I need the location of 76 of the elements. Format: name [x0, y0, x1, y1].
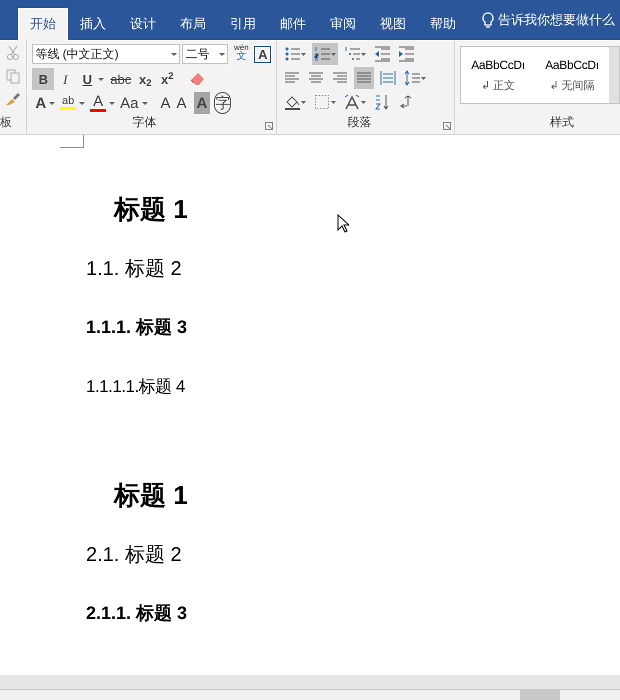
caret-icon[interactable]	[331, 100, 336, 104]
superscript-button[interactable]: x$^{2}$	[156, 68, 178, 90]
shrink-font-button[interactable]: A	[174, 92, 190, 114]
heading-1: 标题 1	[114, 193, 188, 226]
heading-2: 2.1. 标题 2	[86, 542, 182, 568]
heading-3: 1.1.1. 标题 3	[86, 316, 188, 339]
shading-icon	[284, 94, 300, 110]
bullet-list-icon	[284, 46, 300, 62]
ribbon-tab[interactable]: 帮助	[418, 8, 468, 40]
enclose-character-button[interactable]: 字	[214, 92, 232, 114]
style-option[interactable]: AaBbCcDı ↲ 正文	[461, 47, 535, 103]
group-label: 字体	[132, 114, 156, 131]
highlight-button[interactable]: ab	[57, 92, 80, 114]
dialog-launcher-icon[interactable]	[443, 122, 451, 130]
numbered-list-button[interactable]	[312, 43, 338, 65]
caret-icon[interactable]	[331, 52, 336, 56]
distributed-icon	[380, 70, 396, 86]
horizontal-scrollbar[interactable]	[0, 675, 620, 690]
decrease-indent-icon	[374, 46, 390, 62]
heading-4: 1.1.1.1.标题 4	[86, 376, 185, 398]
multilevel-list-icon	[344, 46, 360, 62]
ribbon-tab[interactable]: 视图	[368, 8, 418, 40]
ribbon-tab[interactable]: 开始	[18, 8, 68, 40]
ribbon-tab[interactable]: 设计	[118, 8, 168, 40]
character-shading-button[interactable]: A	[194, 92, 210, 114]
group-label: 段落	[347, 114, 372, 131]
character-border-button[interactable]: A	[254, 46, 272, 62]
text-effect-button[interactable]: A	[32, 92, 50, 114]
brush-icon[interactable]	[5, 92, 22, 106]
sort-icon	[374, 94, 390, 110]
ribbon-tab[interactable]: 邮件	[268, 8, 318, 40]
ribbon-tab[interactable]: 插入	[68, 8, 118, 40]
underline-button[interactable]: U	[76, 68, 98, 90]
subscript-button[interactable]: x$_{2}$	[134, 68, 156, 90]
caret-icon[interactable]	[142, 102, 148, 104]
font-name-dropdown[interactable]: 等线 (中文正文)	[32, 44, 180, 64]
bold-button[interactable]: B	[32, 68, 54, 90]
mouse-pointer-icon	[337, 214, 349, 233]
borders-icon	[314, 94, 330, 110]
group-label: 样式	[550, 114, 574, 131]
ribbon-tab[interactable]: 布局	[168, 8, 218, 40]
page-corner-mark	[60, 135, 84, 148]
gallery-scroll-bar[interactable]	[609, 47, 619, 103]
caret-icon[interactable]	[109, 102, 116, 104]
caret-icon	[171, 52, 178, 56]
italic-button[interactable]: I	[54, 68, 76, 90]
line-spacing-icon	[404, 70, 420, 86]
font-color-button[interactable]: A	[87, 92, 110, 114]
style-option[interactable]: AaBbCcDı ↲ 无间隔	[535, 47, 609, 103]
caret-icon[interactable]	[79, 102, 86, 104]
ribbon-tab[interactable]: 审阅	[318, 8, 368, 40]
chinese-layout-icon	[344, 94, 360, 110]
caret-icon[interactable]	[361, 100, 366, 104]
dialog-launcher-icon[interactable]	[265, 122, 274, 130]
font-size-dropdown[interactable]: 二号	[182, 44, 228, 64]
heading-3: 2.1.1. 标题 3	[86, 602, 188, 625]
phonetic-guide-button[interactable]: wén 文	[230, 44, 252, 64]
grow-font-button[interactable]: A	[158, 92, 174, 114]
numbered-list-icon	[314, 46, 330, 62]
heading-1: 标题 1	[114, 479, 188, 512]
lightbulb-icon[interactable]	[482, 12, 494, 28]
caret-icon[interactable]	[301, 52, 306, 56]
caret-icon[interactable]	[421, 76, 426, 80]
strikethrough-button[interactable]: abc	[107, 68, 134, 90]
tell-me-search[interactable]: 告诉我你想要做什么	[498, 10, 615, 30]
caret-icon[interactable]	[49, 102, 56, 104]
group-label: 板	[0, 114, 12, 131]
change-case-button[interactable]: Aa	[117, 92, 142, 114]
justify-button[interactable]	[354, 67, 374, 89]
heading-2: 1.1. 标题 2	[86, 256, 182, 282]
increase-indent-icon	[398, 46, 414, 62]
ribbon-tab[interactable]: 引用	[218, 8, 268, 40]
caret-icon[interactable]	[301, 100, 306, 104]
caret-icon	[219, 52, 226, 56]
caret-icon[interactable]	[361, 52, 366, 56]
caret-icon[interactable]	[98, 78, 104, 80]
